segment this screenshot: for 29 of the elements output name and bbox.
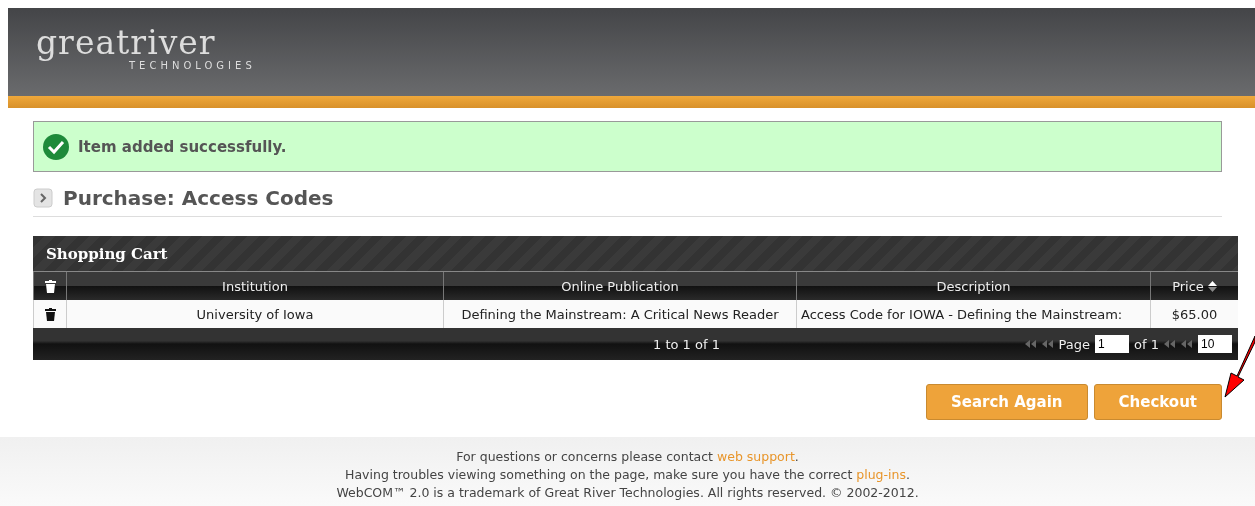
column-header[interactable]: Online Publication xyxy=(443,272,796,300)
logo-subtitle: TECHNOLOGIES xyxy=(129,60,256,71)
trash-icon[interactable] xyxy=(44,307,56,321)
footer-text: For questions or concerns please contact web support. xyxy=(456,449,799,464)
first-page-icon[interactable] xyxy=(1024,340,1037,348)
column-header[interactable]: Price xyxy=(1150,272,1238,300)
record-summary: 1 to 1 of 1 xyxy=(653,336,720,352)
table-cell: Access Code for IOWA - Defining the Mainstream: xyxy=(796,300,1150,328)
logo-text: greatriver xyxy=(36,26,216,60)
panel-title: Shopping Cart xyxy=(46,244,168,263)
footer-text: WebCOM™ 2.0 is a trademark of Great River Technologies. All rights reserved. © 2002-2012. xyxy=(336,485,919,500)
table-cell: University of Iowa xyxy=(66,300,443,328)
page-count: of 1 xyxy=(1134,336,1159,352)
page-size-field[interactable]: 10 xyxy=(1198,335,1232,353)
page-title: Purchase: Access Codes xyxy=(63,186,334,210)
annotation-arrow xyxy=(1224,336,1255,398)
trash-icon[interactable] xyxy=(44,279,56,293)
page-label: Page xyxy=(1058,336,1091,352)
table-cell: Defining the Mainstream: A Critical News Reader xyxy=(443,300,796,328)
previous-page-icon[interactable] xyxy=(1041,340,1054,348)
footer-text: Having troubles viewing something on the page, make sure you have the correct plug-ins. xyxy=(345,467,910,482)
sort-icon[interactable] xyxy=(1207,280,1217,292)
alert-message: Item added successfully. xyxy=(78,137,287,156)
table-cell: $65.00 xyxy=(1150,300,1238,328)
column-header[interactable]: Institution xyxy=(66,272,443,300)
column-header[interactable]: Description xyxy=(796,272,1150,300)
page-field[interactable]: 1 xyxy=(1095,335,1130,353)
chevron-icon xyxy=(33,188,53,208)
checkmark-icon xyxy=(42,132,70,161)
